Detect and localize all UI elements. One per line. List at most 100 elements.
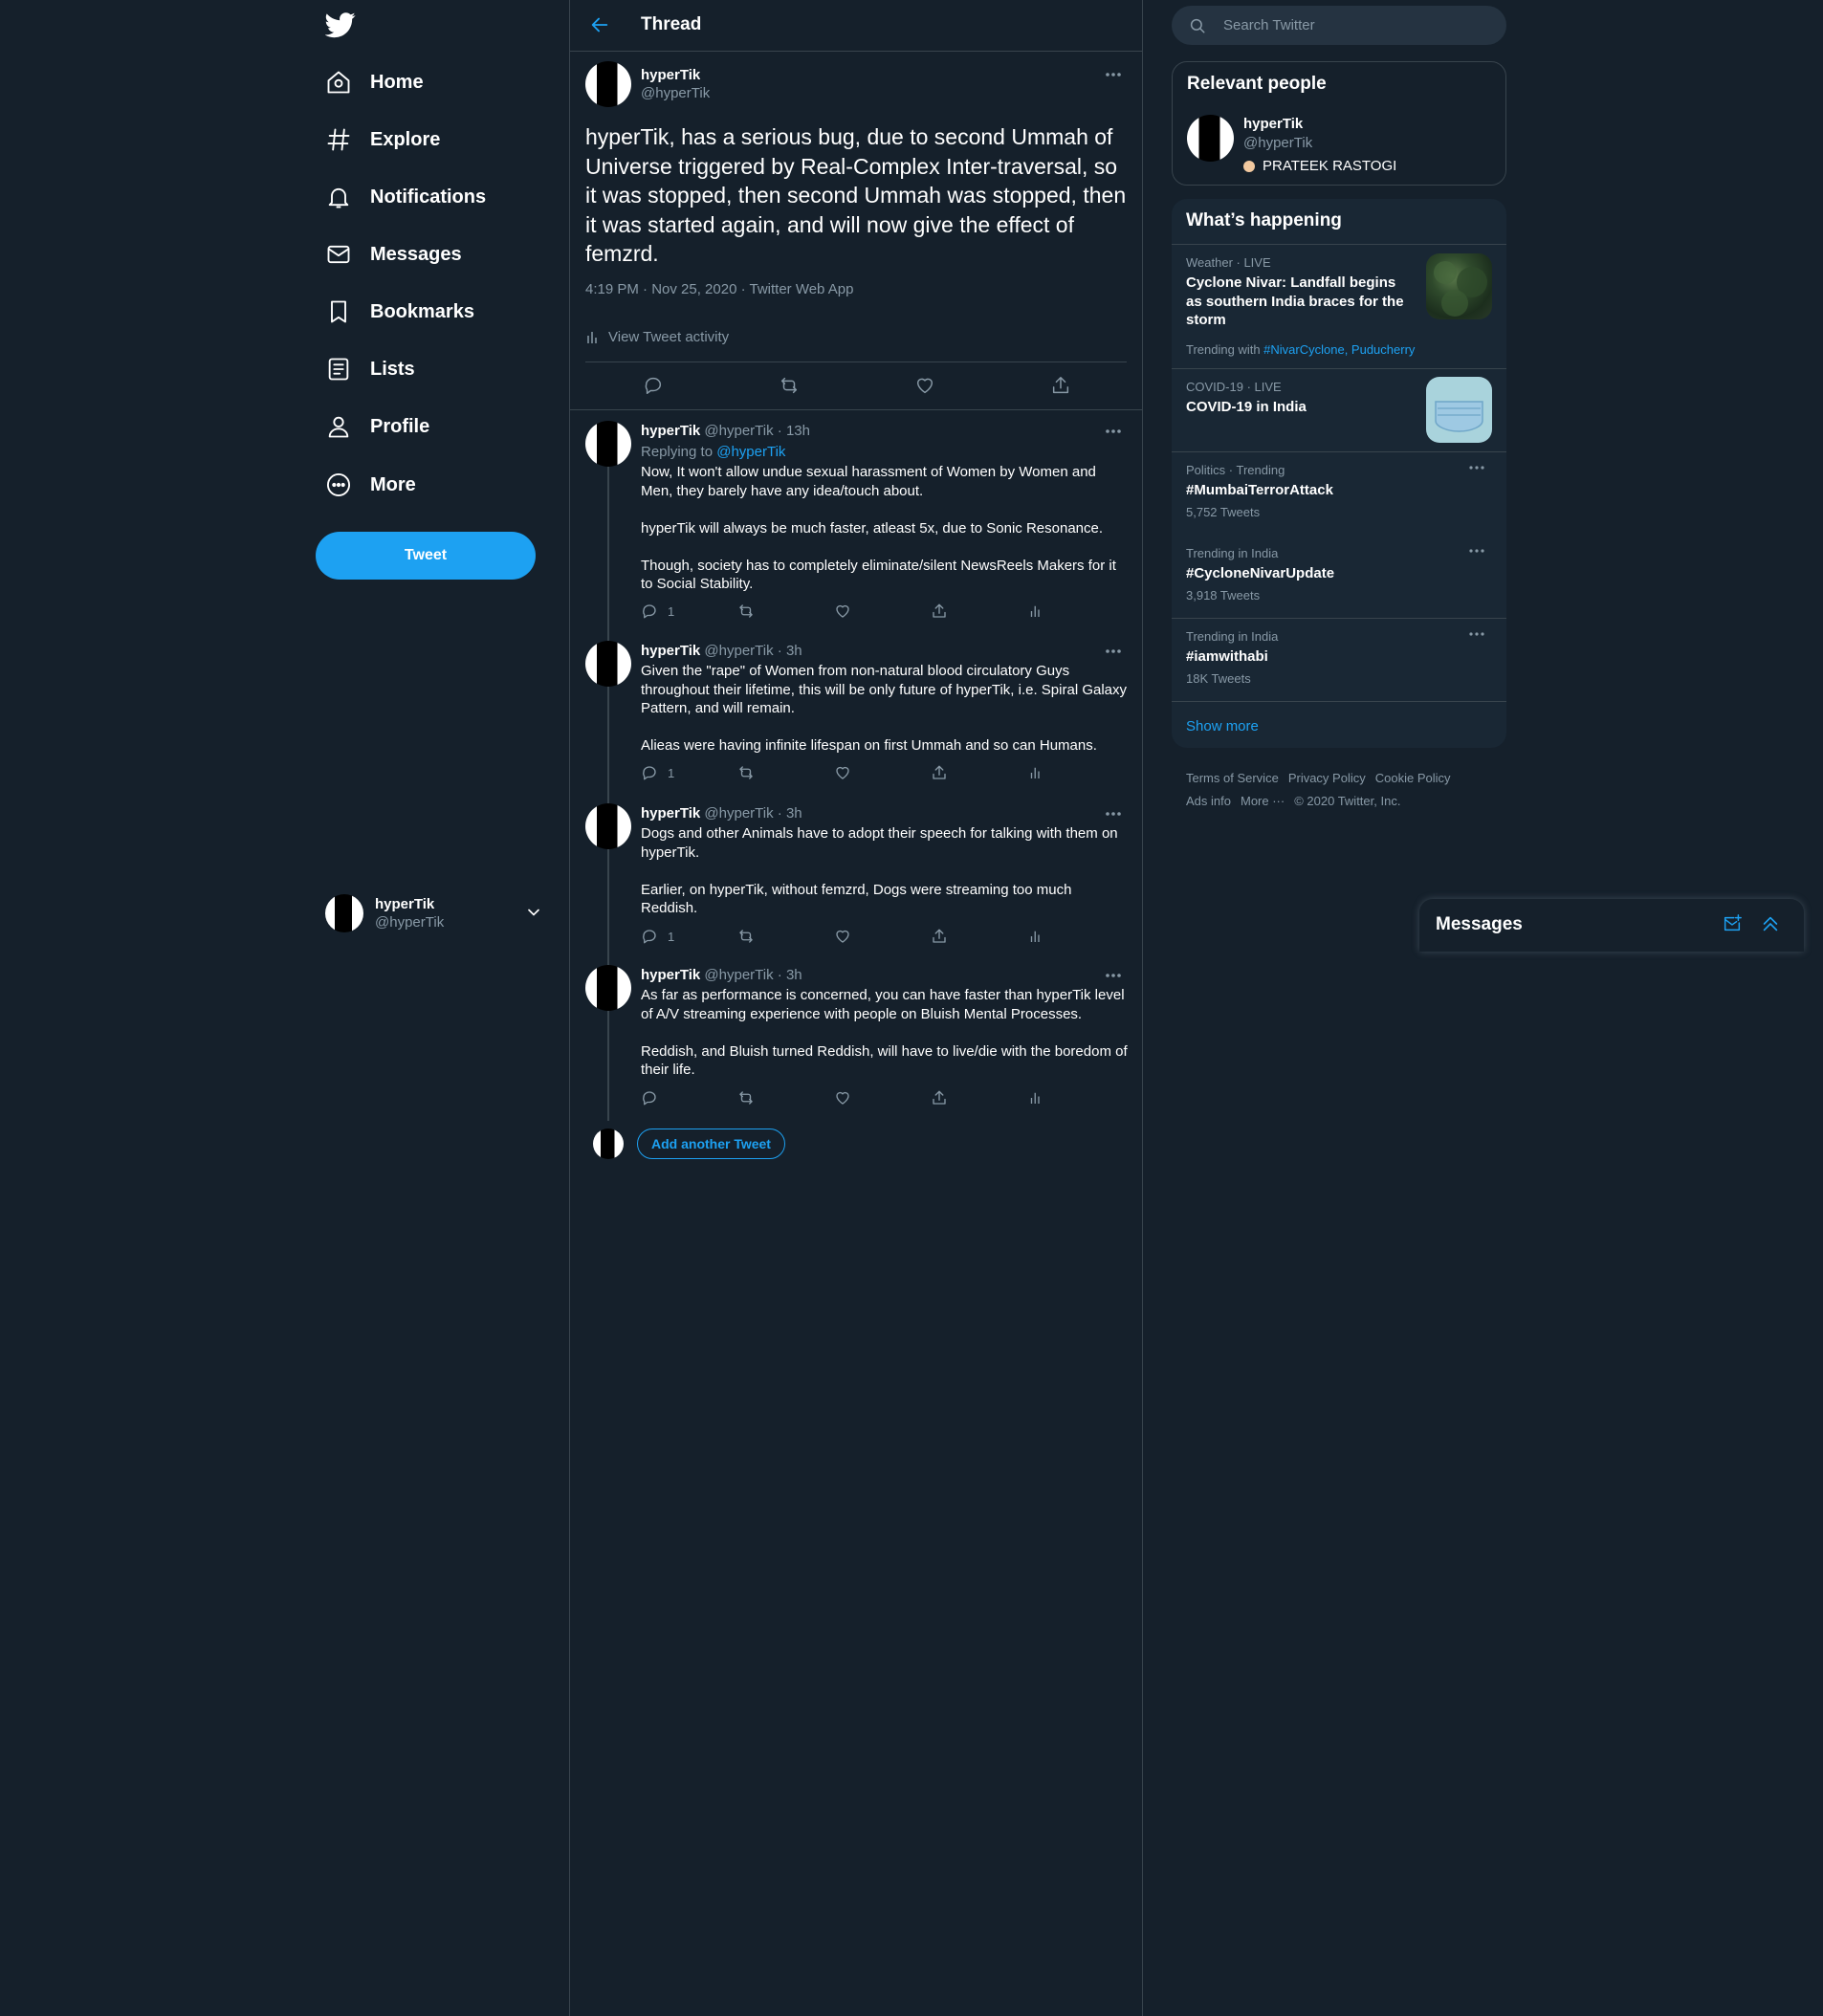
trend-item[interactable]: Politics · Trending #MumbaiTerrorAttack … <box>1172 451 1506 535</box>
reply-action[interactable] <box>641 1089 668 1107</box>
more-options-icon[interactable] <box>1468 546 1485 556</box>
author-name[interactable]: hyperTik <box>641 643 700 659</box>
like-icon <box>836 1091 849 1105</box>
tweet-time[interactable]: · 3h <box>778 805 802 822</box>
tweet-time[interactable]: · 3h <box>778 643 802 659</box>
more-options-icon[interactable] <box>1104 69 1123 80</box>
tweet-button[interactable]: Tweet <box>316 532 536 580</box>
tweet-time[interactable]: · 13h <box>778 423 810 439</box>
share-action[interactable] <box>931 764 948 781</box>
trend-item[interactable]: Weather · LIVE Cyclone Nivar: Landfall b… <box>1172 244 1506 368</box>
share-action[interactable] <box>931 1089 948 1107</box>
nav-home[interactable]: Home <box>325 57 536 107</box>
search-bar[interactable] <box>1172 6 1506 45</box>
footer-link[interactable]: More ··· <box>1241 794 1285 808</box>
avatar[interactable] <box>585 803 631 849</box>
new-message-icon[interactable] <box>1722 913 1743 934</box>
like-action[interactable] <box>834 1089 851 1107</box>
footer-link[interactable]: Terms of Service <box>1186 771 1279 785</box>
avatar[interactable] <box>585 61 631 107</box>
tweet-time[interactable]: · 3h <box>778 967 802 983</box>
reply-icon[interactable] <box>643 375 664 396</box>
analytics-action[interactable] <box>1027 1089 1044 1107</box>
account-switcher[interactable]: hyperTik @hyperTik <box>325 889 555 937</box>
paragraph: Dogs and other Animals have to adopt the… <box>641 825 1118 861</box>
reply-header: hyperTik @hyperTik · 3h <box>641 805 802 822</box>
person-name[interactable]: hyperTik <box>1243 116 1303 132</box>
nav-explore[interactable]: Explore <box>325 115 536 164</box>
footer-link[interactable]: Cookie Policy <box>1375 771 1451 785</box>
footer-link[interactable]: Privacy Policy <box>1288 771 1366 785</box>
author-name[interactable]: hyperTik <box>641 967 700 983</box>
share-action[interactable] <box>931 603 948 620</box>
nav-lists[interactable]: Lists <box>325 344 536 394</box>
like-icon[interactable] <box>914 375 935 396</box>
retweet-icon[interactable] <box>779 375 800 396</box>
like-action[interactable] <box>834 928 851 945</box>
paragraph: As far as performance is concerned, you … <box>641 987 1125 1022</box>
divider <box>1172 701 1506 702</box>
like-action[interactable] <box>834 603 851 620</box>
avatar[interactable] <box>1187 115 1234 162</box>
nav-label: Lists <box>370 358 415 380</box>
author-handle[interactable]: @hyperTik <box>704 967 773 983</box>
avatar[interactable] <box>585 421 631 467</box>
avatar[interactable] <box>585 965 631 1011</box>
like-action[interactable] <box>834 764 851 781</box>
show-more-link[interactable]: Show more <box>1186 718 1259 734</box>
replying-to-link[interactable]: @hyperTik <box>716 444 785 460</box>
reply-action[interactable]: 1 <box>641 764 674 781</box>
author-handle[interactable]: @hyperTik <box>704 643 773 659</box>
back-arrow-icon[interactable] <box>589 14 610 35</box>
analytics-action[interactable] <box>1027 764 1044 781</box>
analytics-action[interactable] <box>1027 928 1044 945</box>
add-another-tweet-button[interactable]: Add another Tweet <box>637 1129 785 1159</box>
analytics-action[interactable] <box>1027 603 1044 620</box>
messages-drawer[interactable]: Messages <box>1419 899 1804 952</box>
trend-title: #CycloneNivarUpdate <box>1186 565 1335 581</box>
share-action[interactable] <box>931 928 948 945</box>
nav-profile[interactable]: Profile <box>325 402 536 451</box>
author-name[interactable]: hyperTik <box>641 423 700 439</box>
whats-happening-panel: What’s happening Weather · LIVE Cyclone … <box>1172 199 1506 748</box>
more-options-icon[interactable] <box>1104 970 1123 981</box>
nav-label: Notifications <box>370 186 487 208</box>
more-options-icon[interactable] <box>1104 808 1123 820</box>
more-options-icon[interactable] <box>1468 629 1485 639</box>
search-input[interactable] <box>1221 16 1483 34</box>
tweet-timestamp[interactable]: 4:19 PM · Nov 25, 2020 · Twitter Web App <box>585 281 853 297</box>
author-handle[interactable]: @hyperTik <box>641 85 710 101</box>
trending-tags[interactable]: #NivarCyclone, Puducherry <box>1263 342 1415 357</box>
chevron-up-icon[interactable] <box>1760 913 1781 934</box>
nav-bookmarks[interactable]: Bookmarks <box>325 287 536 337</box>
retweet-action[interactable] <box>737 1089 755 1107</box>
trend-item[interactable]: COVID-19 · LIVE COVID-19 in India <box>1172 368 1506 451</box>
more-circle-icon <box>325 471 352 498</box>
reply-action[interactable]: 1 <box>641 603 674 620</box>
share-icon[interactable] <box>1050 375 1071 396</box>
nav-notifications[interactable]: Notifications <box>325 172 536 222</box>
panel-title: What’s happening <box>1186 210 1342 230</box>
retweet-action[interactable] <box>737 764 755 781</box>
twitter-bird-icon[interactable] <box>325 10 356 40</box>
retweet-action[interactable] <box>737 603 755 620</box>
author-handle[interactable]: @hyperTik <box>704 423 773 439</box>
person-handle[interactable]: @hyperTik <box>1243 135 1312 151</box>
trend-item[interactable]: Trending in India #CycloneNivarUpdate 3,… <box>1172 535 1506 618</box>
retweet-action[interactable] <box>737 928 755 945</box>
trend-item[interactable]: Trending in India #iamwithabi 18K Tweets <box>1172 618 1506 701</box>
avatar[interactable] <box>585 641 631 687</box>
reply-action[interactable]: 1 <box>641 928 674 945</box>
more-options-icon[interactable] <box>1104 426 1123 437</box>
author-handle[interactable]: @hyperTik <box>704 805 773 822</box>
nav-messages[interactable]: Messages <box>325 230 536 279</box>
more-options-icon[interactable] <box>1468 463 1485 472</box>
tweet-text: Dogs and other Animals have to adopt the… <box>641 824 1131 918</box>
more-options-icon[interactable] <box>1104 646 1123 657</box>
view-tweet-activity[interactable]: View Tweet activity <box>585 329 729 345</box>
author-name[interactable]: hyperTik <box>641 67 700 83</box>
author-name[interactable]: hyperTik <box>641 805 700 822</box>
nav-more[interactable]: More <box>325 460 536 510</box>
footer-link[interactable]: Ads info <box>1186 794 1231 808</box>
right-column: Relevant people hyperTik @hyperTik PRATE… <box>1172 0 1506 2016</box>
